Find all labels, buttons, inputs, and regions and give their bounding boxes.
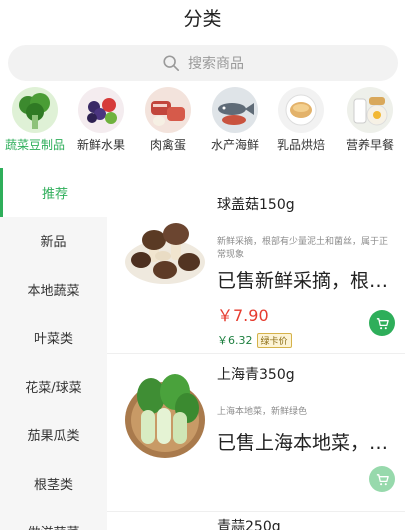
- category-label: 营养早餐: [345, 138, 394, 152]
- product-slogan: 已售新鲜采摘，根…: [217, 270, 389, 292]
- sidebar-item-local-vegetables[interactable]: 本地蔬菜: [0, 265, 107, 314]
- seafood-icon: [212, 87, 258, 133]
- page-title: 分类: [183, 8, 222, 30]
- product-description: 上海本地菜，新鲜绿色: [217, 407, 308, 417]
- category-bar: 蔬菜豆制品 新鲜水果 肉禽蛋 水产海鲜 乳品烘焙 营养早餐: [0, 87, 405, 157]
- member-price-value: ￥6.32: [217, 334, 253, 347]
- sidebar-item-more[interactable]: 做滋蒜菜: [0, 508, 107, 530]
- meat-icon: [145, 87, 191, 133]
- product-price: ￥7.90: [217, 306, 269, 325]
- sidebar-item-recommend[interactable]: 推荐: [0, 168, 107, 217]
- product-name: 青蒜250g: [217, 519, 281, 530]
- sidebar-item-cauliflower-cabbage[interactable]: 花菜/球菜: [0, 362, 107, 411]
- search-bar[interactable]: 搜索商品: [8, 45, 398, 81]
- mushroom-image: [119, 200, 211, 292]
- fruit-icon: [78, 87, 124, 133]
- product-name: 上海青350g: [217, 367, 295, 383]
- category-vegetables[interactable]: 蔬菜豆制品: [0, 87, 70, 153]
- product-card[interactable]: 上海青350g 上海本地菜，新鲜绿色 已售上海本地菜，…: [107, 354, 405, 512]
- category-label: 水产海鲜: [210, 138, 259, 152]
- search-icon: [163, 55, 180, 72]
- category-fruits[interactable]: 新鲜水果: [66, 87, 136, 153]
- product-name: 球盖菇150g: [217, 197, 295, 213]
- product-slogan: 已售上海本地菜，…: [217, 432, 389, 454]
- category-label: 蔬菜豆制品: [4, 138, 65, 152]
- bok-choy-image: [119, 368, 211, 460]
- sidebar-item-leafy-greens[interactable]: 叶菜类: [0, 314, 107, 363]
- category-meat-eggs[interactable]: 肉禽蛋: [133, 87, 203, 153]
- sidebar-item-gourds[interactable]: 茄果瓜类: [0, 411, 107, 460]
- category-dairy-bakery[interactable]: 乳品烘焙: [266, 87, 336, 153]
- product-description: 新鲜采摘，根部有少量泥土和菌丝，属于正常现象: [217, 237, 389, 260]
- category-label: 乳品烘焙: [276, 138, 325, 152]
- cart-icon: [376, 473, 389, 485]
- category-label: 肉禽蛋: [149, 138, 186, 152]
- broccoli-icon: [12, 87, 58, 133]
- category-label: 新鲜水果: [76, 138, 125, 152]
- add-to-cart-button[interactable]: [369, 466, 395, 492]
- sidebar-item-root-vegetables[interactable]: 根茎类: [0, 459, 107, 508]
- cart-icon: [376, 317, 389, 329]
- bread-icon: [278, 87, 324, 133]
- member-price: ￥6.32 绿卡价: [217, 332, 292, 348]
- breakfast-icon: [347, 87, 393, 133]
- product-card[interactable]: 球盖菇150g 新鲜采摘，根部有少量泥土和菌丝，属于正常现象 已售新鲜采摘，根……: [107, 168, 405, 354]
- category-seafood[interactable]: 水产海鲜: [200, 87, 270, 153]
- sidebar-item-new[interactable]: 新品: [0, 217, 107, 266]
- sidebar: 推荐 新品 本地蔬菜 叶菜类 花菜/球菜 茄果瓜类 根茎类 做滋蒜菜: [0, 168, 107, 530]
- category-breakfast[interactable]: 营养早餐: [335, 87, 405, 153]
- search-placeholder: 搜索商品: [188, 56, 244, 72]
- product-card[interactable]: 青蒜250g: [107, 512, 405, 530]
- member-tag: 绿卡价: [256, 332, 292, 348]
- add-to-cart-button[interactable]: [369, 310, 395, 336]
